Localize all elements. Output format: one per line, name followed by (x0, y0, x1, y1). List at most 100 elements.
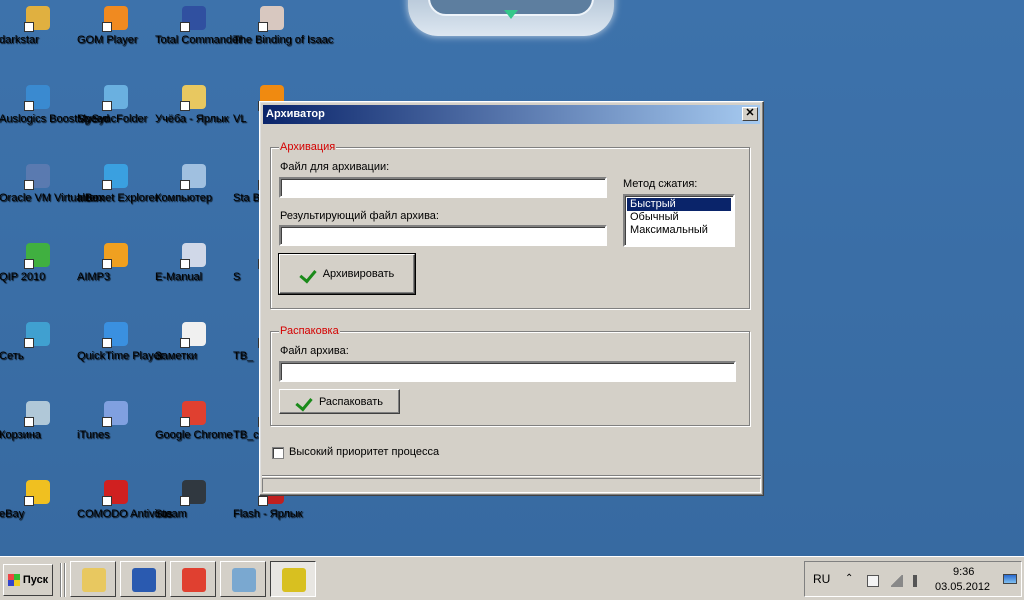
extract-group-legend: Распаковка (279, 325, 340, 337)
extract-button-label: Распаковать (318, 395, 384, 408)
darkstar-icon (24, 6, 50, 32)
archiver-icon (282, 568, 306, 592)
desktop-icon-label: QIP 2010 (0, 271, 46, 283)
taskbar-app-explorer[interactable] (70, 561, 116, 597)
file-to-archive-label: Файл для архивации: (280, 161, 390, 173)
windows-logo-icon (7, 574, 20, 586)
mysyncfolder-icon (102, 85, 128, 111)
desktop-icon-ebay[interactable]: eBay (0, 480, 77, 520)
desktop-icon-label: iTunes (77, 429, 110, 441)
title-bar[interactable]: Архиватор ✕ (263, 105, 760, 124)
top-gadget[interactable] (408, 0, 614, 36)
checkmark-icon (296, 395, 314, 409)
compression-method-option[interactable]: Максимальный (627, 224, 731, 237)
desktop-icon-oracle-vm-virtualbox[interactable]: Oracle VM VirtualBox (0, 164, 104, 204)
qip-2010-icon (24, 243, 50, 269)
quicktime-player-icon (102, 322, 128, 348)
desktop-icon-label: QuickTime Player (77, 350, 164, 362)
status-pane (262, 478, 761, 493)
desktop-icon-label: GOM Player (77, 34, 138, 46)
desktop-icon-auslogics-boostspeed[interactable]: Auslogics BoostSpeed (0, 85, 109, 125)
language-indicator[interactable]: RU (813, 572, 830, 586)
desktop-icon-steam[interactable]: Steam (155, 480, 233, 520)
steam-icon (180, 480, 206, 506)
desktop-icon-label: Компьютер (155, 192, 212, 204)
desktop-icon-e-manual[interactable]: E-Manual (155, 243, 233, 283)
desktop-icon-gom-player[interactable]: GOM Player (77, 6, 155, 46)
desktop-icon-qip-2010[interactable]: QIP 2010 (0, 243, 77, 283)
network-icon (24, 322, 50, 348)
desktop-icon-label: Internet Explorer (77, 192, 159, 204)
desktop-icon-internet-explorer[interactable]: Internet Explorer (77, 164, 158, 204)
desktop-icon-darkstar[interactable]: darkstar (0, 6, 77, 46)
explorer-icon (82, 568, 106, 592)
desktop-icon-notes[interactable]: Заметки (155, 322, 233, 362)
desktop-icon-label: AIMP3 (77, 271, 111, 283)
desktop-icon-label: TB_ (233, 350, 254, 362)
compression-method-option[interactable]: Быстрый (627, 198, 731, 211)
result-file-label: Результирующий файл архива: (280, 210, 439, 222)
desktop-icon-label: S (233, 271, 241, 283)
desktop-icon-ucheba-shortcut[interactable]: Учёба - Ярлык (155, 85, 233, 125)
desktop-icon-label: E-Manual (155, 271, 203, 283)
high-priority-label[interactable]: Высокий приоритет процесса (289, 446, 439, 458)
total-commander-icon (180, 6, 206, 32)
extract-group: Распаковка Файл архива: Распаковать (270, 325, 750, 426)
compression-method-label: Метод сжатия: (623, 178, 698, 190)
taskbar-app-archiver[interactable] (270, 561, 316, 597)
archive-file-input[interactable] (281, 363, 734, 380)
close-icon: ✕ (745, 107, 755, 119)
archive-group-legend: Архивация (279, 141, 337, 153)
checkmark-icon (300, 267, 318, 281)
desktop-icon-label: Корзина (0, 429, 41, 441)
clock-date[interactable]: 03.05.2012 (935, 581, 990, 593)
compression-method-list[interactable]: Быстрый Обычный Максимальный (623, 194, 735, 247)
volume-muted-icon[interactable] (913, 575, 925, 587)
chevron-down-icon[interactable] (504, 10, 518, 19)
desktop-icon-label: VL (233, 113, 247, 125)
desktop-icon-label: Заметки (155, 350, 198, 362)
clock-time[interactable]: 9:36 (953, 566, 974, 578)
chevron-up-icon[interactable]: ⌃ (845, 573, 857, 585)
close-button[interactable]: ✕ (742, 107, 758, 121)
desktop-icon-aimp3[interactable]: AIMP3 (77, 243, 155, 283)
start-button[interactable]: Пуск (3, 564, 53, 596)
desktop-icon-computer[interactable]: Компьютер (155, 164, 233, 204)
desktop-icon-recycle-bin[interactable]: Корзина (0, 401, 77, 441)
show-desktop-icon[interactable] (1003, 574, 1017, 584)
desktop-icon-label: Учёба - Ярлык (155, 113, 229, 125)
file-to-archive-field[interactable] (279, 177, 607, 198)
status-bar (262, 475, 761, 493)
desktop-icon-itunes[interactable]: iTunes (77, 401, 155, 441)
desktop-icon-label: Сеть (0, 350, 24, 362)
desktop-icon-binding-of-isaac[interactable]: The Binding of Isaac (233, 6, 333, 46)
gom-player-icon (102, 6, 128, 32)
desktop-icon-label: Total Commander (155, 34, 242, 46)
result-file-input[interactable] (281, 227, 605, 244)
archive-button[interactable]: Архивировать (278, 253, 416, 295)
comodo-antivirus-icon (102, 480, 128, 506)
taskbar-app-notepad[interactable] (220, 561, 266, 597)
oracle-vm-virtualbox-icon (24, 164, 50, 190)
extract-button[interactable]: Распаковать (279, 389, 400, 414)
file-to-archive-input[interactable] (281, 179, 605, 196)
desktop-icon-label: Google Chrome (155, 429, 233, 441)
desktop-icon-mysyncfolder[interactable]: MySyncFolder (77, 85, 155, 125)
desktop-icon-google-chrome[interactable]: Google Chrome (155, 401, 233, 441)
battery-icon[interactable] (867, 575, 879, 587)
internet-explorer-icon (102, 164, 128, 190)
compression-method-option[interactable]: Обычный (627, 211, 731, 224)
network-icon[interactable] (891, 575, 903, 587)
taskbar-app-chrome[interactable] (170, 561, 216, 597)
desktop-icon-quicktime-player[interactable]: QuickTime Player (77, 322, 163, 362)
high-priority-checkbox[interactable] (272, 447, 284, 459)
e-manual-icon (180, 243, 206, 269)
archive-file-field[interactable] (279, 361, 736, 382)
result-file-field[interactable] (279, 225, 607, 246)
desktop-icon-network[interactable]: Сеть (0, 322, 77, 362)
desktop-icon-comodo-antivirus[interactable]: COMODO Antivirus (77, 480, 172, 520)
taskbar-app-word[interactable] (120, 561, 166, 597)
desktop-icon-total-commander[interactable]: Total Commander (155, 6, 242, 46)
itunes-icon (102, 401, 128, 427)
archive-file-label: Файл архива: (280, 345, 349, 357)
